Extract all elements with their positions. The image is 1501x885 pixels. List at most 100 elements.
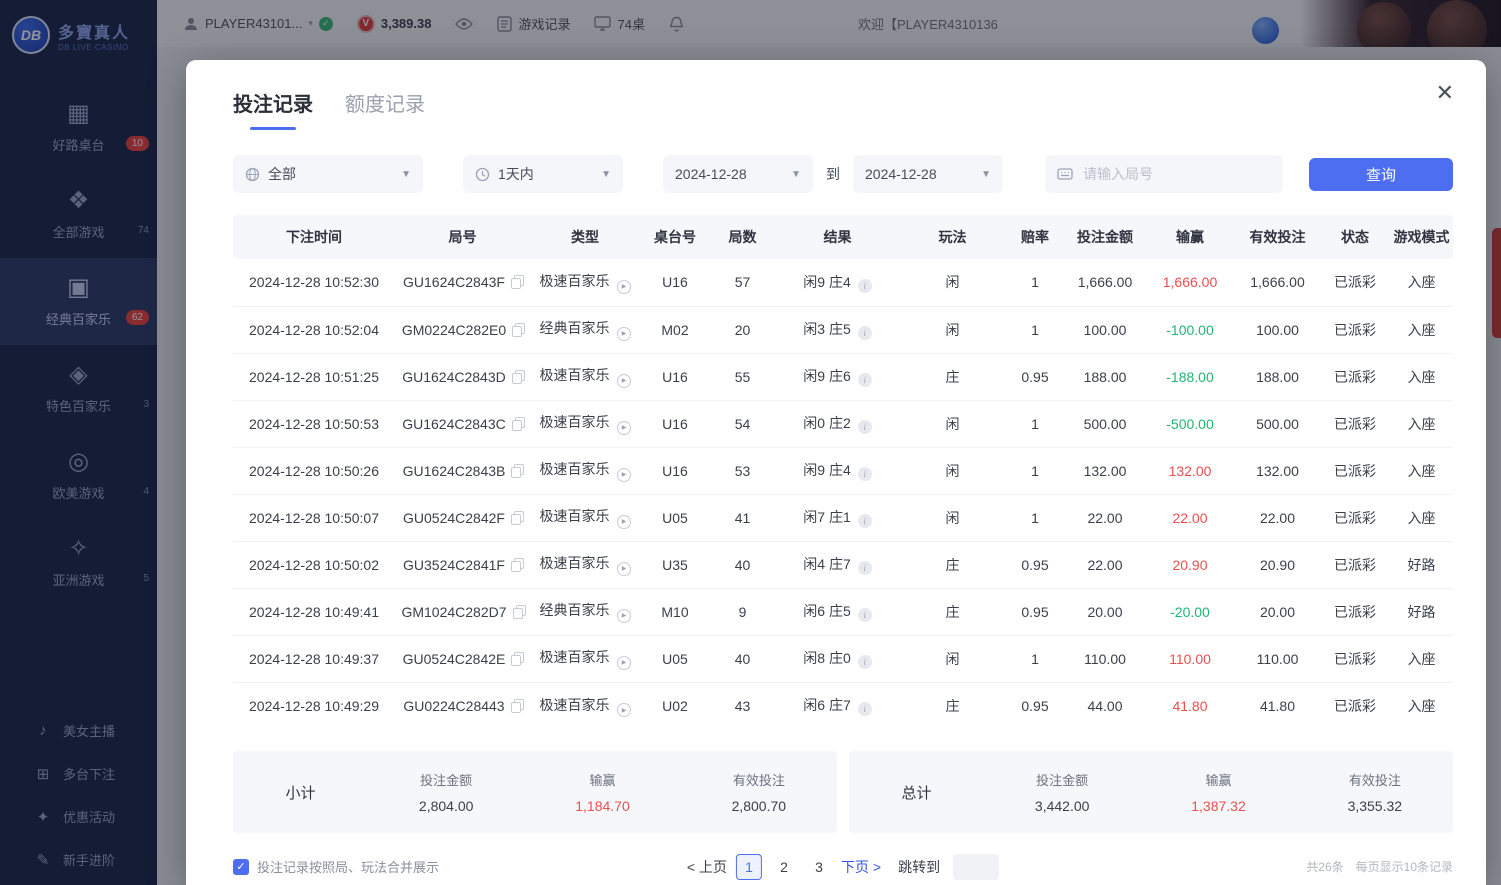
info-icon[interactable] — [858, 561, 872, 575]
cell-odds: 1 — [1005, 635, 1065, 682]
copy-icon[interactable] — [512, 701, 522, 712]
copy-icon[interactable] — [514, 607, 524, 618]
info-icon[interactable] — [858, 655, 872, 669]
chevron-down-icon: ▼ — [601, 169, 611, 180]
tab-bet-records[interactable]: 投注记录 — [233, 88, 313, 130]
cell-round-count: 9 — [710, 588, 775, 635]
bet-record-row: 2024-12-28 10:50:26 GU1624C2843B 极速百家乐 U… — [233, 447, 1453, 494]
page-number-button[interactable]: 3 — [806, 854, 832, 880]
cell-round-count: 20 — [710, 306, 775, 353]
copy-icon[interactable] — [513, 325, 523, 336]
cell-bet-amount: 132.00 — [1065, 447, 1145, 494]
info-icon[interactable] — [858, 467, 872, 481]
play-video-icon[interactable] — [617, 421, 631, 435]
category-select[interactable]: 全部 ▼ — [233, 155, 423, 193]
play-video-icon[interactable] — [617, 515, 631, 529]
cell-win-loss: 110.00 — [1145, 635, 1235, 682]
play-video-icon[interactable] — [617, 656, 631, 670]
records-table-body: 2024-12-28 10:52:30 GU1624C2843F 极速百家乐 U… — [233, 259, 1453, 729]
column-header: 玩法 — [900, 215, 1005, 259]
cell-win-loss: -188.00 — [1145, 353, 1235, 400]
bet-record-row: 2024-12-28 10:50:02 GU3524C2841F 极速百家乐 U… — [233, 541, 1453, 588]
jump-to-input[interactable] — [953, 854, 999, 880]
cell-result: 闲0 庄2 — [775, 400, 900, 447]
cell-game-type: 经典百家乐 — [530, 306, 640, 353]
play-video-icon[interactable] — [617, 562, 631, 576]
copy-icon[interactable] — [513, 372, 523, 383]
date-to-picker[interactable]: 2024-12-28 ▼ — [853, 155, 1003, 193]
round-search-box — [1045, 155, 1283, 193]
play-video-icon[interactable] — [617, 703, 631, 717]
subtotal-label: 小计 — [233, 782, 368, 803]
cell-play-type: 闲 — [900, 447, 1005, 494]
cell-bet-time: 2024-12-28 10:49:29 — [233, 682, 395, 729]
info-icon[interactable] — [858, 420, 872, 434]
cell-win-loss: 41.80 — [1145, 682, 1235, 729]
info-icon[interactable] — [858, 373, 872, 387]
play-video-icon[interactable] — [617, 468, 631, 482]
cell-game-mode: 好路 — [1390, 541, 1453, 588]
search-button[interactable]: 查询 — [1309, 158, 1453, 191]
cell-play-type: 闲 — [900, 494, 1005, 541]
table-header-row: 下注时间局号类型桌台号局数结果玩法赔率投注金额输赢有效投注状态游戏模式 — [233, 215, 1453, 259]
cell-game-type: 极速百家乐 — [530, 353, 640, 400]
date-from-picker[interactable]: 2024-12-28 ▼ — [663, 155, 813, 193]
page-number-button[interactable]: 2 — [771, 854, 797, 880]
merge-records-option: ✓ 投注记录按照局、玩法合并展示 — [233, 857, 439, 876]
cell-result: 闲9 庄6 — [775, 353, 900, 400]
cell-status: 已派彩 — [1320, 635, 1390, 682]
column-header: 有效投注 — [1235, 215, 1320, 259]
cell-round-count: 55 — [710, 353, 775, 400]
cell-bet-time: 2024-12-28 10:50:02 — [233, 541, 395, 588]
info-icon[interactable] — [858, 702, 872, 716]
play-video-icon[interactable] — [617, 327, 631, 341]
cell-result: 闲9 庄4 — [775, 447, 900, 494]
info-icon[interactable] — [858, 279, 872, 293]
merge-checkbox[interactable]: ✓ — [233, 859, 249, 875]
column-header: 赔率 — [1005, 215, 1065, 259]
pagination: < 上页 123 下页 > 跳转到 — [687, 854, 999, 880]
round-number-input[interactable] — [1081, 165, 1271, 183]
page-number-button[interactable]: 1 — [736, 854, 762, 880]
prev-page-button[interactable]: < 上页 — [687, 857, 727, 877]
play-video-icon[interactable] — [617, 280, 631, 294]
cell-valid-bet: 110.00 — [1235, 635, 1320, 682]
cell-bet-time: 2024-12-28 10:51:25 — [233, 353, 395, 400]
period-value: 1天内 — [498, 164, 534, 184]
info-icon[interactable] — [858, 514, 872, 528]
info-icon[interactable] — [858, 608, 872, 622]
cell-round-count: 40 — [710, 541, 775, 588]
cell-odds: 1 — [1005, 259, 1065, 306]
cell-round-id: GU1624C2843B — [395, 447, 530, 494]
column-header: 桌台号 — [640, 215, 710, 259]
copy-icon[interactable] — [513, 419, 523, 430]
copy-icon[interactable] — [512, 513, 522, 524]
cell-odds: 0.95 — [1005, 541, 1065, 588]
copy-icon[interactable] — [512, 466, 522, 477]
info-icon[interactable] — [858, 326, 872, 340]
cell-valid-bet: 188.00 — [1235, 353, 1320, 400]
play-video-icon[interactable] — [617, 374, 631, 388]
cell-bet-amount: 188.00 — [1065, 353, 1145, 400]
tab-credit-records[interactable]: 额度记录 — [345, 88, 425, 130]
close-icon[interactable]: ✕ — [1436, 82, 1454, 104]
period-select[interactable]: 1天内 ▼ — [463, 155, 623, 193]
bet-records-modal: ✕ 投注记录 额度记录 全部 ▼ 1天内 ▼ 2024-12-28 ▼ 到 20… — [186, 60, 1486, 885]
cell-result: 闲7 庄1 — [775, 494, 900, 541]
cell-table-number: M02 — [640, 306, 710, 353]
cell-table-number: U05 — [640, 494, 710, 541]
page-size-text: 每页显示10条记录 — [1356, 858, 1453, 875]
copy-icon[interactable] — [512, 560, 522, 571]
cell-game-mode: 入座 — [1390, 635, 1453, 682]
play-video-icon[interactable] — [617, 609, 631, 623]
cell-valid-bet: 41.80 — [1235, 682, 1320, 729]
cell-table-number: M10 — [640, 588, 710, 635]
copy-icon[interactable] — [512, 654, 522, 665]
cell-round-count: 53 — [710, 447, 775, 494]
copy-icon[interactable] — [512, 277, 522, 288]
cell-bet-time: 2024-12-28 10:50:26 — [233, 447, 395, 494]
chevron-down-icon: ▼ — [791, 169, 801, 180]
cell-odds: 1 — [1005, 306, 1065, 353]
cell-odds: 0.95 — [1005, 682, 1065, 729]
next-page-button[interactable]: 下页 > — [841, 857, 881, 877]
